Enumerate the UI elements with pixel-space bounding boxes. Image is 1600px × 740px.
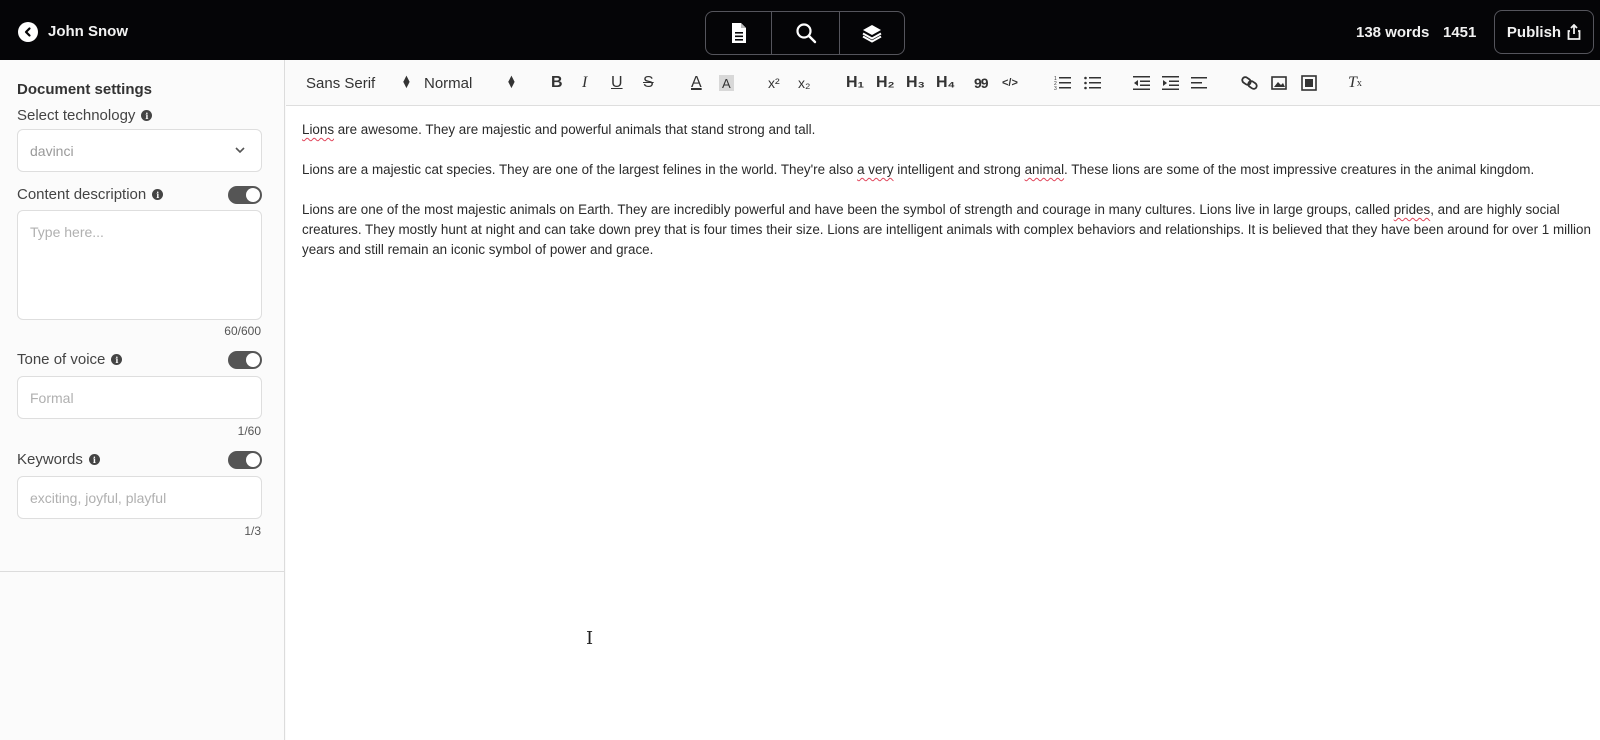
keywords-label: Keywords i	[17, 451, 100, 468]
keywords-input[interactable]: exciting, joyful, playful	[17, 476, 262, 519]
font-size-select[interactable]: Normal	[424, 75, 472, 92]
misspelled-word[interactable]: Lions	[302, 122, 334, 137]
search-icon	[795, 23, 816, 44]
text-run: . These lions are some of the most impre…	[1064, 162, 1535, 177]
publish-label: Publish	[1506, 23, 1562, 41]
editor: Sans Serif ▲ ▼ Normal ▲ ▼ B I U S A A x² x…	[286, 60, 1600, 740]
layers-icon	[862, 25, 882, 43]
italic-button[interactable]: I	[582, 72, 587, 94]
link-icon[interactable]	[1241, 72, 1259, 94]
content-description-label: Content description i	[17, 186, 164, 203]
indent-icon[interactable]	[1162, 72, 1180, 94]
divider	[0, 571, 285, 572]
align-left-icon[interactable]	[1191, 72, 1209, 94]
clear-format-icon[interactable]: Tx	[1348, 72, 1362, 94]
paragraph: Lions are one of the most majestic anima…	[302, 200, 1592, 260]
text-run: Lions are a majestic cat species. They a…	[302, 162, 858, 177]
technology-label-text: Select technology	[17, 107, 136, 124]
strikethrough-button[interactable]: S	[643, 72, 654, 94]
code-button[interactable]: </>	[1002, 72, 1018, 94]
heading-3-button[interactable]: H₃	[906, 72, 925, 94]
bold-button[interactable]: B	[551, 72, 563, 94]
tone-of-voice-counter: 1/60	[237, 424, 261, 438]
font-family-select[interactable]: Sans Serif	[306, 75, 375, 92]
misspelled-word[interactable]: prides	[1394, 202, 1430, 217]
top-bar: John Snow 138 words 1451 Publish	[0, 0, 1600, 60]
bullet-list-icon[interactable]	[1084, 72, 1102, 94]
info-icon[interactable]: i	[141, 110, 153, 121]
text-run: intelligent and strong	[893, 162, 1025, 177]
keywords-placeholder: exciting, joyful, playful	[30, 489, 167, 506]
misspelled-word[interactable]: animal	[1025, 162, 1064, 177]
document-icon	[731, 23, 746, 43]
subscript-button[interactable]: x₂	[798, 72, 810, 94]
keywords-toggle[interactable]	[228, 451, 262, 469]
sort-arrows-icon[interactable]: ▲ ▼	[401, 74, 412, 91]
word-count: 138 words	[1356, 24, 1430, 41]
image-icon[interactable]	[1271, 72, 1287, 94]
back-arrow-icon[interactable]	[18, 22, 38, 42]
blockquote-button[interactable]: 99	[974, 72, 989, 94]
content-description-input[interactable]: Type here...	[17, 210, 262, 320]
text-cursor-icon: I	[586, 628, 594, 649]
video-icon[interactable]	[1301, 72, 1317, 94]
heading-4-button[interactable]: H₄	[936, 72, 955, 94]
technology-select[interactable]: davinci	[17, 129, 262, 172]
document-settings-panel: Document settings Select technology i da…	[0, 60, 285, 740]
font-color-button[interactable]: A	[691, 72, 702, 94]
chevron-down-icon	[235, 147, 245, 154]
character-count: 1451	[1443, 24, 1477, 41]
search-tab[interactable]	[772, 12, 840, 54]
info-icon[interactable]: i	[152, 189, 164, 200]
tone-of-voice-input[interactable]: Formal	[17, 376, 262, 419]
content-description-placeholder: Type here...	[30, 224, 104, 240]
keywords-counter: 1/3	[244, 524, 261, 538]
paragraph: Lions are a majestic cat species. They a…	[302, 160, 1592, 180]
tone-of-voice-label: Tone of voice i	[17, 351, 123, 368]
share-icon	[1567, 24, 1581, 40]
view-tabs	[705, 11, 905, 55]
formatting-toolbar: Sans Serif ▲ ▼ Normal ▲ ▼ B I U S A A x² x…	[286, 60, 1600, 106]
highlight-button[interactable]: A	[719, 75, 734, 91]
document-tab[interactable]	[706, 12, 772, 54]
misspelled-word[interactable]: a very	[857, 162, 893, 177]
text-run: are awesome. They are majestic and power…	[334, 122, 816, 137]
info-icon[interactable]: i	[88, 454, 100, 465]
user-name: John Snow	[48, 23, 128, 40]
heading-2-button[interactable]: H₂	[876, 72, 895, 94]
info-icon[interactable]: i	[111, 354, 123, 365]
tone-of-voice-toggle[interactable]	[228, 351, 262, 369]
content-description-label-text: Content description	[17, 186, 147, 203]
svg-text:3: 3	[1054, 86, 1057, 91]
sort-arrows-icon[interactable]: ▲ ▼	[506, 74, 517, 91]
publish-button[interactable]: Publish	[1494, 10, 1594, 54]
content-description-counter: 60/600	[224, 324, 261, 338]
heading-1-button[interactable]: H₁	[846, 72, 864, 94]
panel-title: Document settings	[17, 81, 153, 98]
technology-value: davinci	[30, 142, 74, 159]
superscript-button[interactable]: x²	[768, 72, 780, 94]
tone-of-voice-label-text: Tone of voice	[17, 351, 106, 368]
technology-label: Select technology i	[17, 107, 153, 124]
layers-tab[interactable]	[840, 12, 904, 54]
content-description-toggle[interactable]	[228, 186, 262, 204]
document-body[interactable]: Lions are awesome. They are majestic and…	[302, 120, 1592, 280]
tone-of-voice-placeholder: Formal	[30, 389, 74, 406]
paragraph: Lions are awesome. They are majestic and…	[302, 120, 1592, 140]
underline-button[interactable]: U	[611, 72, 623, 94]
ordered-list-icon[interactable]: 123	[1054, 72, 1072, 94]
text-run: Lions are one of the most majestic anima…	[302, 202, 1394, 217]
keywords-label-text: Keywords	[17, 451, 83, 468]
outdent-icon[interactable]	[1133, 72, 1151, 94]
